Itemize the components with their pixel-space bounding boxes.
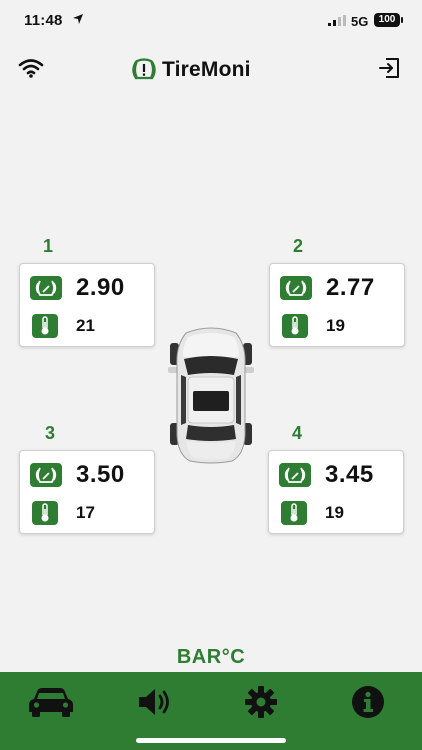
home-indicator[interactable] xyxy=(136,738,286,743)
thermometer-icon xyxy=(281,501,307,525)
tire-pressure-icon xyxy=(279,463,311,487)
tire-pressure-icon xyxy=(30,463,62,487)
tire-3-temperature: 17 xyxy=(76,503,95,522)
status-time: 11:48 xyxy=(24,12,63,29)
units-label[interactable]: BAR°C xyxy=(0,646,422,669)
tire-1-temperature: 21 xyxy=(76,316,95,335)
nav-settings-button[interactable] xyxy=(231,682,291,722)
tire-2-card[interactable]: 2.77 19 xyxy=(269,263,405,347)
status-bar: 11:48 5G 100 xyxy=(0,0,422,44)
thermometer-icon xyxy=(32,501,58,525)
tire-pressure-icon xyxy=(30,276,62,300)
tire-2-pressure: 2.77 xyxy=(326,274,375,301)
tire-1-pressure: 2.90 xyxy=(76,274,125,301)
gear-icon xyxy=(245,686,277,718)
tire-3-number: 3 xyxy=(45,423,56,443)
app-name: TireMoni xyxy=(162,58,251,81)
tire-1-card[interactable]: 2.90 21 xyxy=(19,263,155,347)
tire-3-pressure: 3.50 xyxy=(76,461,125,488)
thermometer-icon xyxy=(32,314,58,338)
tire-4-pressure: 3.45 xyxy=(325,461,374,488)
car-top-view-image xyxy=(168,327,254,464)
app-header: TireMoni xyxy=(0,50,422,90)
battery-nub xyxy=(401,17,403,23)
tire-1-number: 1 xyxy=(43,236,54,256)
location-arrow-icon xyxy=(73,14,83,24)
tire-2-temperature: 19 xyxy=(326,316,345,335)
network-type: 5G xyxy=(351,14,369,29)
tire-4-number: 4 xyxy=(292,423,303,443)
cellular-signal-icon xyxy=(328,15,346,26)
tire-3-card[interactable]: 3.50 17 xyxy=(19,450,155,534)
car-icon xyxy=(29,688,73,717)
battery-icon: 100 xyxy=(374,13,400,27)
wifi-icon[interactable] xyxy=(18,58,44,78)
exit-icon[interactable] xyxy=(378,57,402,79)
app-logo: TireMoni xyxy=(130,57,251,83)
tire-4-temperature: 19 xyxy=(325,503,344,522)
tire-2-number: 2 xyxy=(293,236,304,256)
tire-warning-icon xyxy=(132,58,156,80)
tire-4-card[interactable]: 3.45 19 xyxy=(268,450,404,534)
tire-pressure-icon xyxy=(280,276,312,300)
speaker-icon xyxy=(139,689,169,715)
nav-sound-button[interactable] xyxy=(125,682,185,722)
info-icon xyxy=(352,686,384,718)
nav-info-button[interactable] xyxy=(338,682,398,722)
thermometer-icon xyxy=(282,314,308,338)
nav-car-button[interactable] xyxy=(21,682,81,722)
